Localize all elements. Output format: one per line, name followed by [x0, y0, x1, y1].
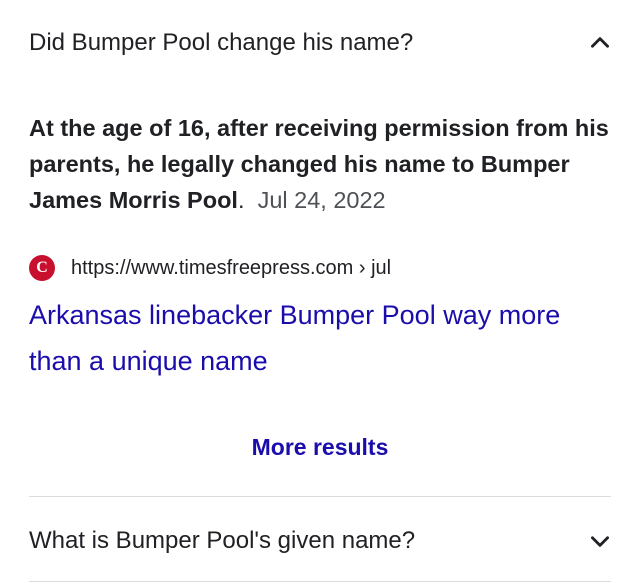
chevron-down-icon[interactable] [587, 528, 613, 554]
question-text[interactable]: Did Bumper Pool change his name? [29, 28, 611, 58]
chevron-up-icon[interactable] [587, 30, 613, 56]
answer-period: . [237, 187, 245, 213]
answer-snippet: At the age of 16, after receiving permis… [29, 110, 619, 218]
divider [29, 581, 611, 582]
site-favicon-icon: C [29, 255, 55, 281]
question-text[interactable]: What is Bumper Pool's given name? [29, 526, 611, 556]
result-title-link[interactable]: Arkansas linebacker Bumper Pool way more… [29, 292, 619, 384]
divider [29, 496, 611, 497]
answer-date: Jul 24, 2022 [257, 187, 386, 213]
source-url[interactable]: https://www.timesfreepress.com › jul [71, 257, 391, 280]
more-results-button[interactable]: More results [0, 434, 640, 461]
favicon-letter: C [36, 259, 48, 276]
source-row[interactable]: C https://www.timesfreepress.com › jul [29, 252, 391, 284]
